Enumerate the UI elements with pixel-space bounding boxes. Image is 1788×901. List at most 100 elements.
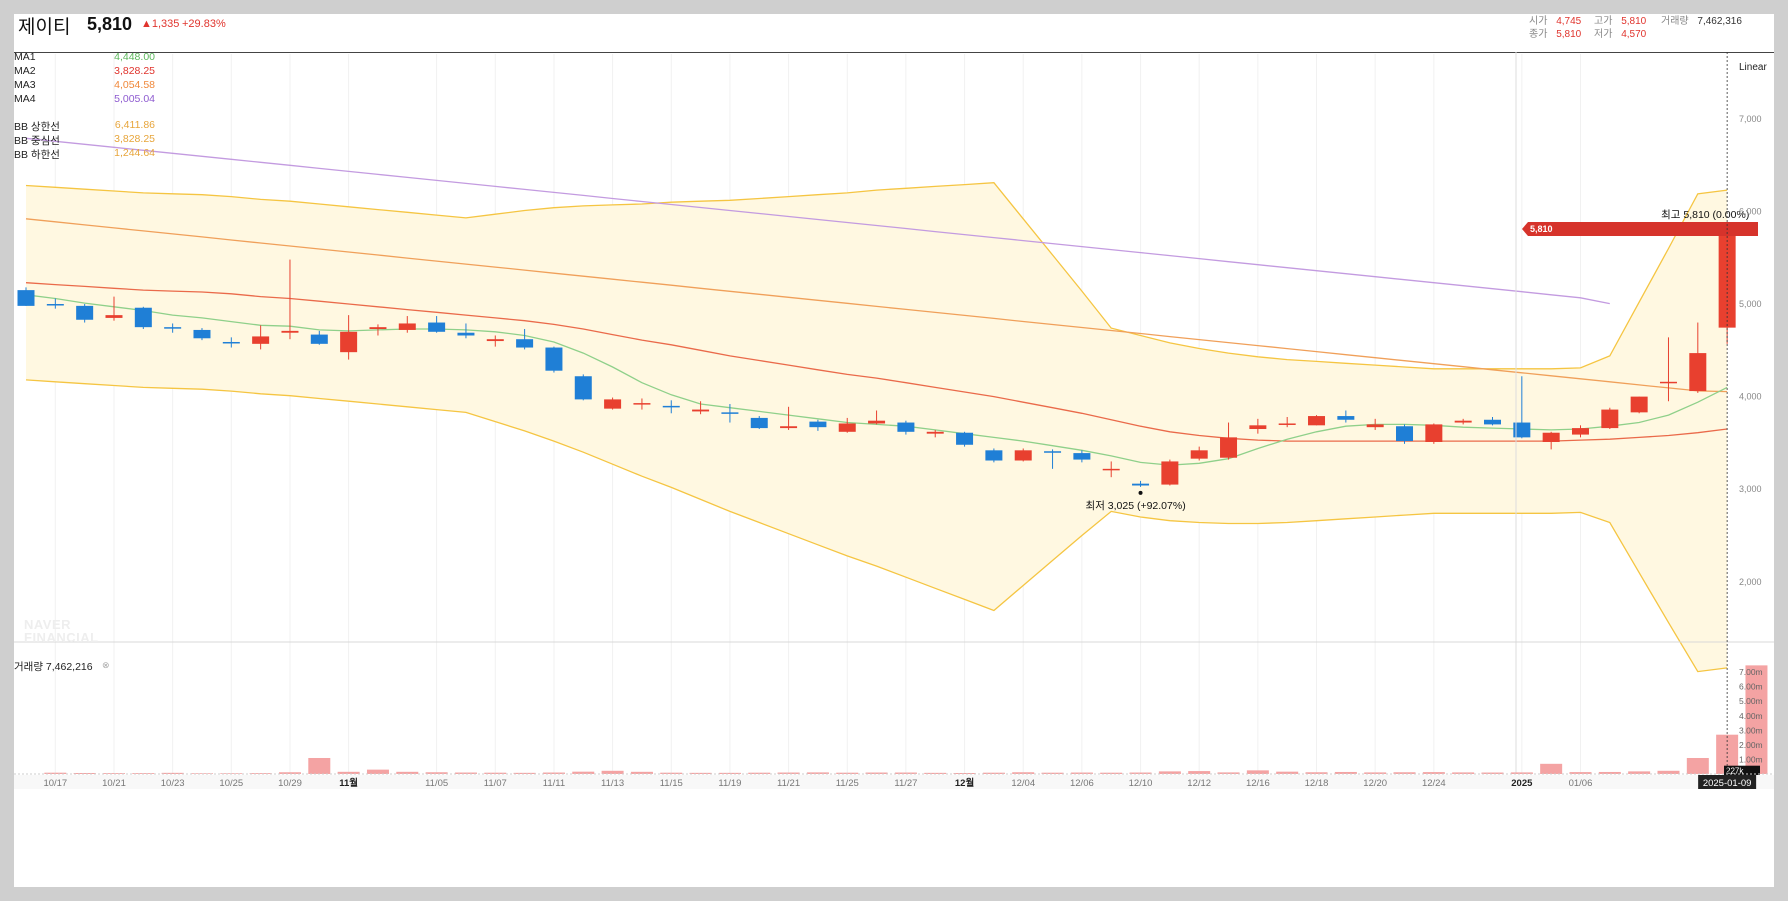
scale-mode-toggle[interactable]: Linear bbox=[1739, 62, 1767, 73]
volume-bar bbox=[513, 772, 536, 774]
candle-body bbox=[1366, 424, 1384, 428]
candle-body bbox=[1454, 420, 1472, 423]
x-axis-tick: 10/25 bbox=[219, 778, 243, 789]
candle-body bbox=[76, 305, 94, 320]
volume-bar bbox=[777, 772, 800, 774]
volume-bar bbox=[1686, 757, 1709, 774]
price-chart[interactable]: 최고 5,810 (0.00%) 최저 3,025 (+92.07%) 7,000 6… bbox=[14, 14, 1774, 887]
volume-axis-tick: 5.00m bbox=[1739, 696, 1763, 706]
candle-body bbox=[457, 332, 475, 336]
x-axis-tick: 12/06 bbox=[1070, 778, 1094, 789]
candle-body bbox=[222, 341, 240, 344]
legend-bb-upper-value: 6,411.86 bbox=[114, 119, 155, 131]
candle-body bbox=[545, 347, 563, 371]
close-icon[interactable]: ⊗ bbox=[102, 660, 110, 671]
candle-body bbox=[193, 329, 211, 339]
candle bbox=[1425, 423, 1443, 444]
volume-axis-tick: 1.00m bbox=[1739, 754, 1763, 764]
candle bbox=[1630, 396, 1648, 414]
candle bbox=[76, 304, 94, 323]
candle-body bbox=[428, 322, 446, 332]
candle bbox=[1601, 407, 1619, 430]
candle-body bbox=[750, 417, 768, 429]
legend-ma3[interactable]: MA3 4,054.58 bbox=[14, 79, 155, 91]
candle bbox=[1161, 459, 1179, 486]
legend-bb-middle[interactable]: BB 중심선 3,828.25 bbox=[14, 133, 155, 148]
last-price-tag bbox=[1522, 222, 1758, 237]
x-axis-tick: 10/23 bbox=[161, 778, 185, 789]
volume-axis-tick: 2.00m bbox=[1739, 740, 1763, 750]
volume-bar bbox=[865, 772, 888, 774]
candle-body bbox=[134, 307, 152, 328]
candle bbox=[1718, 229, 1736, 344]
price-axis-tick: 6,000 bbox=[1739, 206, 1762, 216]
candle-body bbox=[281, 330, 299, 333]
legend-ma1-value: 4,448.00 bbox=[114, 51, 155, 63]
window-frame: 제이티 5,810 ▲1,335 +29.83% 시가 4,745 고가 5,8… bbox=[0, 0, 1788, 901]
volume-bar bbox=[161, 772, 184, 774]
candle-body bbox=[17, 290, 35, 306]
x-axis-tick: 11/11 bbox=[543, 778, 565, 789]
candle-body bbox=[1161, 461, 1179, 485]
candle-body bbox=[252, 336, 270, 344]
candle-body bbox=[1073, 453, 1091, 460]
candle-body bbox=[516, 339, 534, 348]
candle-body bbox=[1630, 396, 1648, 413]
volume-bar bbox=[337, 771, 360, 774]
price-axis-tick: 2,000 bbox=[1739, 577, 1762, 587]
legend-bb-lower-value: 1,244.64 bbox=[114, 147, 155, 159]
candle-body bbox=[164, 327, 182, 329]
candle bbox=[134, 306, 152, 330]
candle-body bbox=[1659, 381, 1677, 384]
chevron-down-icon[interactable]: ⌄ bbox=[1773, 61, 1774, 72]
legend-ma4-value: 5,005.04 bbox=[114, 93, 155, 105]
candle-body bbox=[1220, 437, 1238, 458]
x-axis-tick: 11/05 bbox=[425, 778, 448, 789]
candle-body bbox=[868, 420, 886, 424]
candle-body bbox=[721, 412, 739, 414]
volume-bar bbox=[73, 772, 96, 774]
volume-bar bbox=[1041, 772, 1064, 774]
candle-body bbox=[340, 331, 358, 353]
candle-body bbox=[105, 315, 123, 318]
legend-ma2-name: MA2 bbox=[14, 65, 36, 77]
candle-body bbox=[897, 422, 915, 432]
high-annotation: 최고 5,810 (0.00%) bbox=[1661, 209, 1749, 221]
candle-body bbox=[369, 327, 387, 330]
volume-axis-tick: 3.00m bbox=[1739, 725, 1763, 735]
candle-body bbox=[1571, 428, 1589, 435]
candle-body bbox=[310, 334, 328, 344]
legend-bb-middle-name: BB 중심선 bbox=[14, 135, 60, 147]
candle bbox=[956, 431, 974, 447]
legend-bb-lower[interactable]: BB 하한선 1,244.64 bbox=[14, 147, 155, 162]
x-axis-tick: 11/07 bbox=[484, 778, 507, 789]
volume-bar bbox=[249, 773, 272, 774]
last-price-label: 5,810 bbox=[1530, 224, 1553, 234]
candle-body bbox=[1249, 425, 1267, 430]
candle bbox=[17, 287, 35, 306]
candle-body bbox=[1132, 483, 1150, 486]
legend-ma4[interactable]: MA4 5,005.04 bbox=[14, 93, 155, 105]
candle-body bbox=[46, 304, 64, 306]
x-axis-tick: 10/17 bbox=[43, 778, 67, 789]
candle-body bbox=[1689, 353, 1707, 392]
legend-ma2[interactable]: MA2 3,828.25 bbox=[14, 65, 155, 77]
x-axis-tick: 11/19 bbox=[718, 778, 741, 789]
legend-ma3-name: MA3 bbox=[14, 79, 36, 91]
volume-bar bbox=[689, 772, 712, 774]
candle bbox=[574, 374, 592, 401]
candle-body bbox=[1601, 409, 1619, 429]
price-axis-tick: 3,000 bbox=[1739, 484, 1762, 494]
candle-body bbox=[1190, 450, 1208, 459]
volume-bar bbox=[1305, 772, 1328, 774]
volume-pane-label: 거래량 7,462,216 bbox=[14, 661, 93, 673]
legend-ma1[interactable]: MA1 4,448.00 bbox=[14, 51, 155, 63]
candle bbox=[750, 416, 768, 430]
x-axis-tick: 10/29 bbox=[278, 778, 302, 789]
legend-bb-middle-value: 3,828.25 bbox=[114, 133, 155, 145]
volume-bar bbox=[1393, 772, 1416, 774]
volume-bar bbox=[601, 770, 624, 774]
volume-bar bbox=[1217, 772, 1240, 774]
x-axis-tick: 11/15 bbox=[660, 778, 683, 789]
legend-bb-upper[interactable]: BB 상한선 6,411.86 bbox=[14, 119, 155, 134]
